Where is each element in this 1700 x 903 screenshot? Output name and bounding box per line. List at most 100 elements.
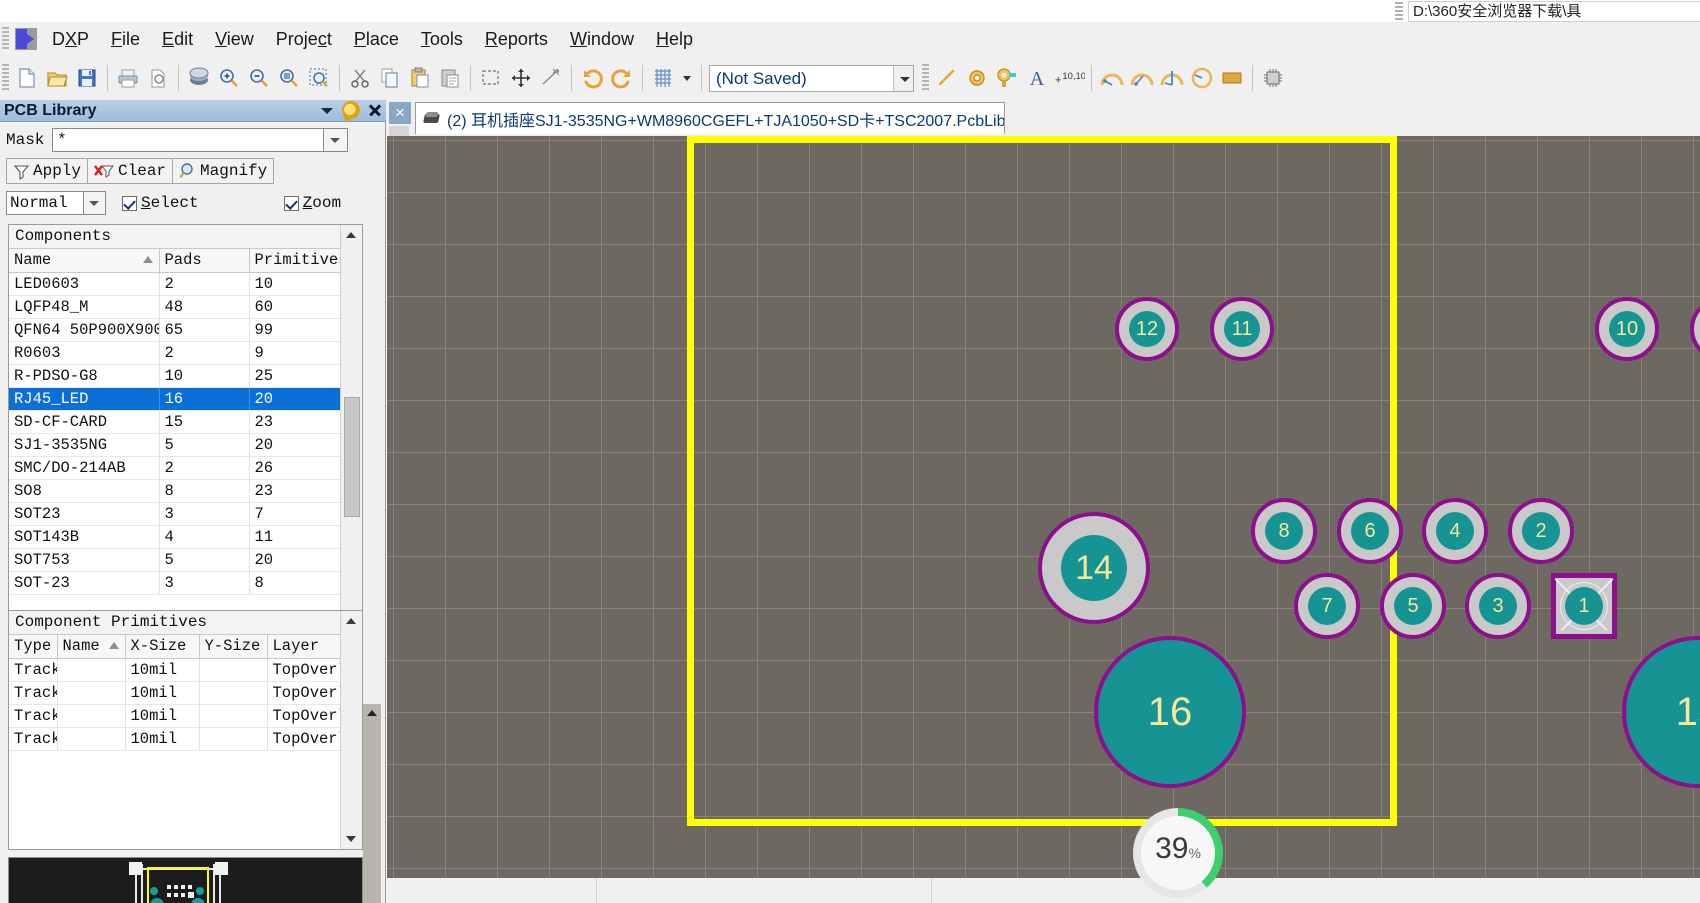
redo-icon[interactable]	[607, 63, 637, 93]
table-row[interactable]: R-PDSO-G8 10 25	[9, 364, 340, 388]
table-row[interactable]: Track 10mil TopOverla	[9, 727, 340, 751]
cross-probe-icon[interactable]	[536, 63, 566, 93]
place-pad-icon[interactable]	[962, 63, 992, 93]
place-coordinate-icon[interactable]: +10,10	[1052, 63, 1086, 93]
table-row[interactable]: SOT753 5 20	[9, 548, 340, 572]
menu-item-edit[interactable]: Edit	[151, 26, 204, 53]
menu-item-help[interactable]: Help	[645, 26, 704, 53]
menu-item-tools[interactable]: Tools	[410, 26, 474, 53]
col-xsize[interactable]: X-Size	[125, 635, 200, 659]
zoom-checkbox[interactable]: Zoom	[283, 194, 341, 212]
primitives-grid-scrollbar[interactable]	[340, 611, 362, 849]
close-document-icon[interactable]: ×	[389, 102, 411, 124]
layer-selector-arrow-icon[interactable]	[893, 65, 913, 91]
menu-item-reports[interactable]: Reports	[474, 26, 559, 53]
grid-dropdown-arrow-icon[interactable]	[678, 63, 696, 93]
panel-scroll-up-icon[interactable]	[363, 704, 381, 722]
scroll-down-icon[interactable]	[341, 829, 362, 849]
place-component-icon[interactable]	[1258, 63, 1288, 93]
table-row[interactable]: LQFP48_M 48 60	[9, 295, 340, 319]
table-row[interactable]: QFN64 50P900X900X 65 99	[9, 318, 340, 342]
table-row[interactable]: RJ45_LED 16 20	[9, 387, 340, 411]
paste-icon[interactable]	[405, 63, 435, 93]
menu-item-project[interactable]: Project	[265, 26, 343, 53]
pcb-pad-16[interactable]: 16	[1094, 636, 1246, 788]
paste-special-icon[interactable]	[435, 63, 465, 93]
apply-button[interactable]: Apply	[6, 158, 89, 184]
pcb-pad-7[interactable]: 7	[1294, 573, 1360, 639]
place-fill-icon[interactable]	[1217, 63, 1247, 93]
col-primitives[interactable]: Primitives	[249, 249, 340, 273]
mask-dropdown-arrow-icon[interactable]	[324, 128, 348, 152]
place-arc-edge-icon[interactable]	[1127, 63, 1157, 93]
menu-item-view[interactable]: View	[204, 26, 265, 53]
zoom-area-icon[interactable]	[274, 63, 304, 93]
panel-scrollbar[interactable]	[363, 704, 381, 903]
menu-item-place[interactable]: Place	[343, 26, 410, 53]
cut-icon[interactable]	[345, 63, 375, 93]
pcb-pad-5[interactable]: 5	[1380, 573, 1446, 639]
table-row[interactable]: SOT23 3 7	[9, 502, 340, 526]
print-preview-icon[interactable]	[143, 63, 173, 93]
save-icon[interactable]	[72, 63, 102, 93]
open-folder-icon[interactable]	[42, 63, 72, 93]
pcb-pad-15[interactable]: 15	[1622, 636, 1700, 788]
board-layers-icon[interactable]	[184, 63, 214, 93]
place-line-icon[interactable]	[932, 63, 962, 93]
select-checkbox-box[interactable]	[122, 195, 137, 211]
undo-icon[interactable]	[577, 63, 607, 93]
pcb-pad-14[interactable]: 14	[1038, 512, 1150, 624]
pcb-pad-4[interactable]: 4	[1422, 498, 1488, 564]
print-icon[interactable]	[113, 63, 143, 93]
move-icon[interactable]	[506, 63, 536, 93]
col-name[interactable]: Name	[9, 249, 160, 273]
clear-button[interactable]: Clear	[87, 158, 174, 184]
pcb-pad-6[interactable]: 6	[1337, 498, 1403, 564]
table-row[interactable]: Track 10mil TopOverla	[9, 704, 340, 728]
pcb-canvas[interactable]: 12111091413864275311615	[387, 136, 1700, 878]
magnify-button[interactable]: Magnify	[172, 158, 275, 184]
new-document-icon[interactable]	[12, 63, 42, 93]
pcb-pad-11[interactable]: 11	[1210, 297, 1274, 361]
toolbar-grip-2[interactable]	[922, 64, 929, 92]
place-string-icon[interactable]: A	[1022, 63, 1052, 93]
place-via-icon[interactable]	[992, 63, 1022, 93]
menubar-grip[interactable]	[2, 27, 9, 51]
col-type[interactable]: Type	[9, 635, 58, 659]
pcb-pad-2[interactable]: 2	[1508, 498, 1574, 564]
component-preview[interactable]	[8, 857, 363, 903]
table-row[interactable]: SJ1-3535NG 5 20	[9, 433, 340, 457]
download-progress-indicator[interactable]: 39 %	[1133, 808, 1223, 898]
table-row[interactable]: SOT-23 3 8	[9, 571, 340, 595]
pcb-pad-12[interactable]: 12	[1115, 297, 1179, 361]
table-row[interactable]: Track 10mil TopOverla	[9, 658, 340, 682]
select-checkbox[interactable]: Select	[122, 194, 199, 212]
pcb-pad-9[interactable]: 9	[1690, 297, 1700, 361]
mask-input[interactable]: *	[52, 128, 324, 152]
mask-mode-arrow-icon[interactable]	[84, 191, 106, 215]
zoom-in-icon[interactable]	[214, 63, 244, 93]
toolbar-grip-1[interactable]	[2, 64, 9, 92]
components-scroll-thumb[interactable]	[344, 397, 360, 517]
mask-mode-select[interactable]: Normal	[6, 191, 84, 215]
col-prim-name[interactable]: Name	[57, 635, 126, 659]
document-tab[interactable]: (2) 耳机插座SJ1-3535NG+WM8960CGEFL+TJA1050+S…	[415, 102, 1005, 134]
pin-icon[interactable]	[339, 98, 363, 122]
place-full-circle-icon[interactable]	[1187, 63, 1217, 93]
col-layer[interactable]: Layer	[267, 635, 340, 659]
zoom-out-icon[interactable]	[244, 63, 274, 93]
menu-item-window[interactable]: Window	[559, 26, 645, 53]
place-arc-any-icon[interactable]	[1157, 63, 1187, 93]
menu-item-dxp[interactable]: DXP	[41, 26, 100, 53]
close-icon[interactable]	[366, 101, 384, 119]
pcb-pad-1[interactable]: 1	[1551, 573, 1617, 639]
grid-icon[interactable]	[648, 63, 678, 93]
scroll-up-icon[interactable]	[341, 225, 362, 245]
layer-selector[interactable]: (Not Saved)	[709, 64, 914, 92]
table-row[interactable]: SD-CF-CARD 15 23	[9, 410, 340, 434]
table-row[interactable]: SOT143B 4 11	[9, 525, 340, 549]
place-arc-center-icon[interactable]	[1097, 63, 1127, 93]
table-row[interactable]: Track 10mil TopOverla	[9, 681, 340, 705]
table-row[interactable]: SO8 8 23	[9, 479, 340, 503]
table-row[interactable]: LED0603 2 10	[9, 272, 340, 296]
